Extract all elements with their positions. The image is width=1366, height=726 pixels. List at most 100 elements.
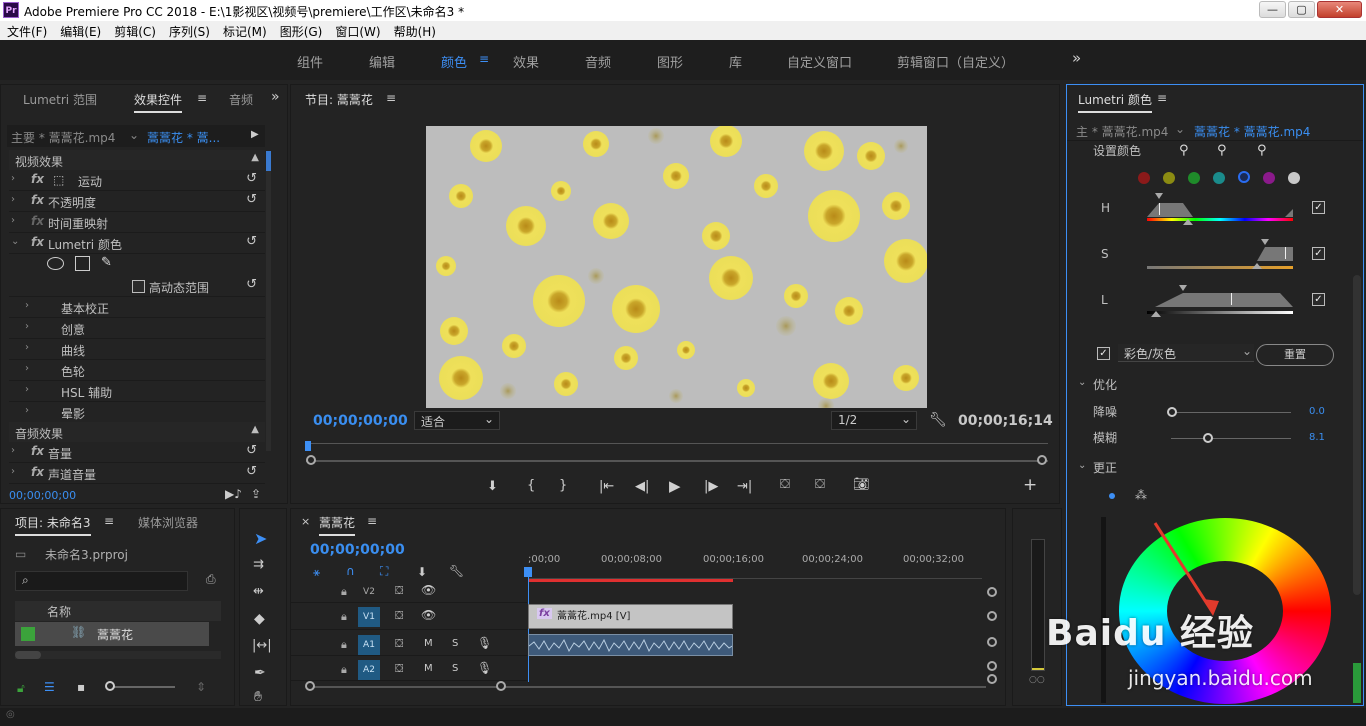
hue-range-slider[interactable] bbox=[1145, 193, 1295, 225]
razor-icon[interactable]: ◆ bbox=[254, 611, 265, 627]
project-item-name[interactable]: 蒿蒿花 bbox=[97, 626, 133, 643]
track-label[interactable]: V2 bbox=[358, 582, 380, 602]
close-button[interactable]: ✕ bbox=[1317, 1, 1362, 18]
zoom-handle-right[interactable] bbox=[496, 681, 506, 691]
scroll-handle[interactable] bbox=[987, 661, 997, 671]
lumetri-hsl[interactable]: › HSL 辅助 bbox=[9, 381, 265, 402]
menu-window[interactable]: 窗口(W) bbox=[328, 21, 386, 40]
menu-file[interactable]: 文件(F) bbox=[0, 21, 53, 40]
effect-row-motion[interactable]: › fx ⬚ 运动 ↺ bbox=[9, 170, 265, 191]
effects-timecode[interactable]: 00;00;00;00 bbox=[9, 489, 76, 502]
reset-icon[interactable]: ↺ bbox=[246, 171, 257, 186]
lock-icon[interactable]: 🔒︎ bbox=[341, 663, 347, 677]
slip-icon[interactable]: |↔| bbox=[252, 638, 272, 653]
hue-checkbox[interactable]: ✓ bbox=[1312, 201, 1325, 214]
program-timecode-current[interactable]: 00;00;00;00 bbox=[313, 413, 408, 429]
workspace-assembly[interactable]: 组件 bbox=[297, 52, 323, 71]
track-label[interactable]: A2 bbox=[358, 660, 380, 680]
track-label[interactable]: A1 bbox=[358, 635, 380, 655]
eyedropper-icon[interactable]: ⚲ bbox=[1179, 143, 1189, 158]
sequence-clip-label[interactable]: 蒿蒿花 * 蒿蒿花.mp4 bbox=[1194, 123, 1310, 140]
chevron-down-icon[interactable]: ⌄ bbox=[1175, 122, 1185, 136]
blur-value[interactable]: 8.1 bbox=[1309, 432, 1325, 443]
mute-button[interactable]: M bbox=[424, 663, 433, 674]
menu-help[interactable]: 帮助(H) bbox=[387, 21, 442, 40]
eyedropper-subtract-icon[interactable]: ⚲ bbox=[1257, 143, 1267, 158]
workspace-effects[interactable]: 效果 bbox=[513, 52, 539, 71]
snap-icon[interactable]: ∩ bbox=[346, 564, 355, 578]
panel-overflow-icon[interactable]: » bbox=[271, 89, 280, 105]
search-input[interactable]: ⌕ bbox=[15, 571, 188, 591]
luminance-range-slider[interactable] bbox=[1145, 283, 1295, 317]
step-forward-icon[interactable]: |▶ bbox=[704, 479, 718, 494]
lock-icon[interactable]: 🔒︎ bbox=[341, 610, 347, 624]
close-icon[interactable]: × bbox=[301, 515, 310, 528]
reset-icon[interactable]: ↺ bbox=[246, 443, 257, 458]
swatch-blue[interactable] bbox=[1238, 171, 1250, 183]
menu-edit[interactable]: 编辑(E) bbox=[53, 21, 107, 40]
lumetri-wheels[interactable]: › 色轮 bbox=[9, 360, 265, 381]
sync-lock-icon[interactable]: ⛋ bbox=[395, 609, 403, 623]
audio-clip[interactable] bbox=[528, 634, 733, 656]
solo-button[interactable]: S bbox=[452, 638, 458, 649]
label-color-swatch[interactable] bbox=[21, 627, 35, 641]
eyedropper-add-icon[interactable]: ⚲ bbox=[1217, 143, 1227, 158]
reset-icon[interactable]: ↺ bbox=[246, 192, 257, 207]
microphone-icon[interactable]: 🎙︎ bbox=[477, 661, 492, 675]
sequence-clip-label[interactable]: 蒿蒿花 * 蒿... bbox=[147, 129, 220, 146]
ripple-edit-icon[interactable]: ⇹ bbox=[253, 584, 264, 599]
single-wheel-icon[interactable] bbox=[1109, 493, 1115, 499]
selection-tool-icon[interactable]: ➤ bbox=[254, 529, 267, 548]
lock-icon[interactable]: 🔒︎ bbox=[341, 585, 347, 599]
camera-icon[interactable]: 📷︎ bbox=[853, 477, 870, 492]
hand-tool-icon[interactable]: ✋︎ bbox=[254, 689, 262, 705]
project-item[interactable]: ⛓ 蒿蒿花 bbox=[15, 622, 209, 646]
resolution-dropdown[interactable]: 1/2 ⌄ bbox=[831, 411, 917, 430]
eye-icon[interactable]: 👁︎ bbox=[421, 608, 436, 622]
color-gray-checkbox[interactable]: ✓ bbox=[1097, 347, 1110, 360]
chevron-down-icon[interactable]: ⌄ bbox=[1078, 460, 1086, 471]
program-title[interactable]: 节目: 蒿蒿花 bbox=[305, 91, 373, 108]
blur-thumb[interactable] bbox=[1203, 433, 1213, 443]
menu-clip[interactable]: 剪辑(C) bbox=[107, 21, 162, 40]
horizontal-scrollbar[interactable] bbox=[15, 651, 41, 659]
sync-lock-icon[interactable]: ⛋ bbox=[395, 584, 403, 598]
add-button-icon[interactable]: + bbox=[1023, 475, 1037, 495]
wrench-icon[interactable]: 🔧︎ bbox=[449, 564, 464, 578]
zoom-handle-left[interactable] bbox=[305, 681, 315, 691]
optimize-section[interactable]: 优化 bbox=[1093, 376, 1117, 393]
reset-icon[interactable]: ↺ bbox=[246, 277, 257, 292]
effect-row-volume[interactable]: › fx 音量 ↺ bbox=[9, 442, 265, 463]
lumetri-creative[interactable]: › 创意 bbox=[9, 318, 265, 339]
reset-button[interactable]: 重置 bbox=[1256, 344, 1334, 366]
timeline-title[interactable]: 蒿蒿花 bbox=[319, 514, 356, 536]
minimize-button[interactable]: — bbox=[1259, 1, 1286, 18]
lumetri-scrollbar[interactable] bbox=[1353, 275, 1361, 595]
mark-in-icon[interactable]: { bbox=[527, 478, 535, 493]
swatch-green[interactable] bbox=[1188, 172, 1200, 184]
wrench-icon[interactable]: 🔧︎ bbox=[929, 412, 947, 428]
tab-effect-controls[interactable]: 效果控件 bbox=[134, 91, 183, 113]
playhead-ruler[interactable] bbox=[306, 443, 1048, 444]
lumetri-basic[interactable]: › 基本校正 bbox=[9, 297, 265, 318]
icon-view-icon[interactable]: ▪ bbox=[77, 680, 85, 694]
effect-row-opacity[interactable]: › fx 不透明度 ↺ bbox=[9, 191, 265, 212]
go-to-in-icon[interactable]: |⇤ bbox=[599, 479, 614, 494]
zoom-bar[interactable] bbox=[306, 460, 1048, 462]
time-ruler[interactable] bbox=[528, 569, 982, 579]
maximize-button[interactable]: ▢ bbox=[1288, 1, 1315, 18]
tab-lumetri-scopes[interactable]: Lumetri 范围 bbox=[23, 91, 97, 108]
correct-section[interactable]: 更正 bbox=[1093, 459, 1117, 476]
workspace-menu-icon[interactable]: ≡ bbox=[479, 52, 489, 66]
effect-row-time-remap[interactable]: › fx 时间重映射 bbox=[9, 212, 265, 233]
panel-menu-icon[interactable]: ≡ bbox=[197, 91, 207, 105]
scrollbar-track[interactable] bbox=[266, 151, 271, 451]
effect-row-channel-volume[interactable]: › fx 声道音量 ↺ bbox=[9, 463, 265, 484]
sort-icon[interactable]: ⇕ bbox=[196, 680, 206, 694]
timeline-zoom-bar[interactable] bbox=[306, 686, 986, 688]
video-preview[interactable] bbox=[426, 126, 927, 408]
column-name-header[interactable]: 名称 bbox=[47, 603, 71, 620]
effect-row-lumetri[interactable]: ⌄ fx Lumetri 颜色 ↺ bbox=[9, 233, 265, 254]
chevron-down-icon[interactable]: ⌄ bbox=[129, 128, 139, 142]
tab-project[interactable]: 项目: 未命名3 bbox=[15, 514, 91, 536]
